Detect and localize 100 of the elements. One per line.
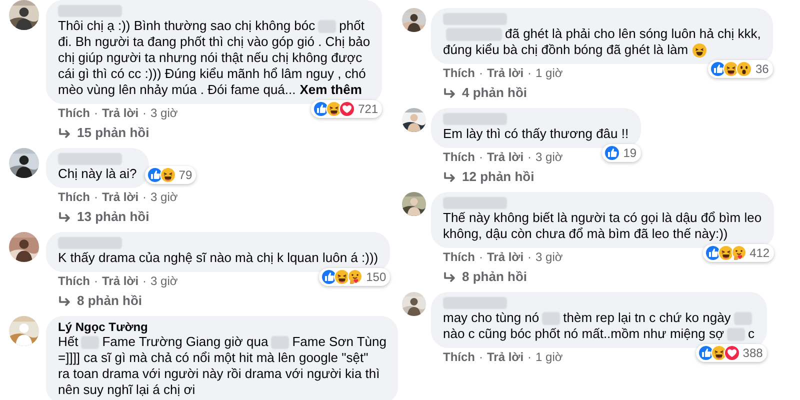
view-replies-link[interactable]: 8 phản hồi xyxy=(443,269,527,285)
reply-arrow-icon xyxy=(58,212,71,222)
like-link[interactable]: Thích xyxy=(58,190,90,204)
comment-time: 1 giờ xyxy=(536,350,563,364)
redaction-block xyxy=(81,336,100,348)
reaction-badge[interactable]: 412 xyxy=(702,244,774,262)
separator-dot: · xyxy=(142,106,147,120)
like-link[interactable]: Thích xyxy=(443,150,475,164)
comment-text: Thôi chị ạ :)) Bình thường sao chị không bóc xyxy=(58,18,316,34)
comment-text: K thấy drama của nghệ sĩ nào mà chị k lquan luôn á :))) xyxy=(58,250,378,266)
redaction-block xyxy=(727,328,745,340)
redaction-block xyxy=(443,113,507,125)
view-replies-link[interactable]: 4 phản hồi xyxy=(443,85,527,101)
redaction-block xyxy=(542,312,560,324)
separator-dot: · xyxy=(528,350,532,364)
comment-text: cái gì thì có cc :))) Đúng kiểu mãnh hổ lâm nguy , chó xyxy=(58,66,366,82)
reply-link[interactable]: Trả lời xyxy=(487,66,524,80)
comment-text: đi. Bh người ta đang phốt thì chị vào góp gió . Chị bảo xyxy=(58,34,370,50)
comment-text: chị giúp người ta nhưng nói thật nếu chị không được xyxy=(58,50,362,66)
comment-time: 3 giờ xyxy=(150,190,178,204)
separator-dot: · xyxy=(142,190,147,204)
reply-link[interactable]: Trả lời xyxy=(102,190,139,204)
comment-time: 3 giờ xyxy=(536,250,563,264)
commenter-name[interactable]: Lý Ngọc Tường xyxy=(58,320,386,334)
reply-link[interactable]: Trả lời xyxy=(487,250,524,264)
reaction-badge[interactable]: 388 xyxy=(696,344,767,362)
comment-time: 3 giờ xyxy=(150,106,178,120)
reply-arrow-icon xyxy=(443,172,456,182)
view-replies-link[interactable]: 15 phản hồi xyxy=(58,125,150,141)
comment-text: may cho tùng nó xyxy=(443,310,540,326)
hugging-face-icon xyxy=(730,245,747,261)
comment-text: Hết xyxy=(58,334,78,350)
separator-dot: · xyxy=(528,250,532,264)
like-link[interactable]: Thích xyxy=(443,350,475,364)
comment-time: 3 giờ xyxy=(150,274,178,288)
comment-text: đã ghét là phải cho lên sóng luôn hả chị kkk, xyxy=(505,26,761,42)
reply-link[interactable]: Trả lời xyxy=(102,274,139,288)
laughing-face-icon xyxy=(718,245,734,261)
comment-text: nào c cũng bóc phốt nó mất..mồm như miệng sợ xyxy=(443,326,724,342)
comment-text: phốt xyxy=(339,18,364,34)
comment-text: Thế này không biết là người ta có gọi là dậu đổ bìm leo xyxy=(443,210,762,226)
reply-link[interactable]: Trả lời xyxy=(102,106,139,120)
see-more-link[interactable]: Xem thêm xyxy=(300,82,362,98)
separator-dot: · xyxy=(142,274,147,288)
separator-dot: · xyxy=(528,66,532,80)
comment-text: đúng kiểu bà chị đồnh bóng đã ghét là làm xyxy=(443,42,688,58)
comment-time: 3 giờ xyxy=(536,150,563,164)
redaction-block xyxy=(271,336,290,348)
comment-text: Em lày thì có thấy thương đâu !! xyxy=(443,126,629,142)
redaction-block xyxy=(446,28,502,40)
separator-dot: · xyxy=(479,250,483,264)
comment-text: Fame Sơn Tùng xyxy=(292,334,386,350)
comment-text: thèm rep lại tn c chứ ko ngày xyxy=(563,310,731,326)
like-link[interactable]: Thích xyxy=(58,106,90,120)
reply-link[interactable]: Trả lời xyxy=(487,150,524,164)
view-replies-link[interactable]: 12 phản hồi xyxy=(443,169,534,185)
reply-arrow-icon xyxy=(58,128,71,138)
redaction-block xyxy=(58,5,122,17)
like-link[interactable]: Thích xyxy=(58,274,90,288)
redaction-block xyxy=(443,197,507,209)
separator-dot: · xyxy=(94,274,98,288)
comment-text: nên suy nghĩ lại á chị ơi xyxy=(58,382,196,398)
redaction-block xyxy=(58,153,122,165)
reaction-badge[interactable]: 150 xyxy=(319,268,390,286)
comment-text: =]]]] ca sĩ gì mà chả có nổi một hit mà lên google "sệt" xyxy=(58,350,368,366)
like-link[interactable]: Thích xyxy=(443,250,475,264)
reaction-badge[interactable]: 721 xyxy=(311,100,382,118)
comment-text: Chị này là ai? xyxy=(58,166,137,182)
reaction-badge[interactable]: 36 xyxy=(708,60,773,78)
laughing-face-icon xyxy=(160,167,176,183)
separator-dot: · xyxy=(479,150,483,164)
separator-dot: · xyxy=(528,150,532,164)
reply-link[interactable]: Trả lời xyxy=(487,350,524,364)
comment-time: 1 giờ xyxy=(536,66,563,80)
comment-text: Fame Trường Giang giờ qua xyxy=(102,334,268,350)
comment-text: không, dậu còn chưa đổ mà bìm đã leo thế này:)) xyxy=(443,226,728,242)
redaction-block xyxy=(443,13,507,25)
redaction-block xyxy=(734,312,752,324)
separator-dot: · xyxy=(94,190,98,204)
view-replies-link[interactable]: 8 phản hồi xyxy=(58,293,142,309)
comment-text: mèo vùng lên nhảy múa . Đói fame quá... xyxy=(58,82,296,98)
reply-arrow-icon xyxy=(443,88,456,98)
separator-dot: · xyxy=(479,350,483,364)
comment-text: ra toan drama với người này rồi drama với người kia thì xyxy=(58,366,380,382)
view-replies-link[interactable]: 13 phản hồi xyxy=(58,209,150,225)
redaction-block xyxy=(58,237,122,249)
thumbs-up-icon xyxy=(604,145,620,161)
separator-dot: · xyxy=(479,66,483,80)
reply-arrow-icon xyxy=(58,296,71,306)
hugging-face-icon xyxy=(347,269,364,285)
redaction-block xyxy=(443,297,507,309)
redaction-block xyxy=(318,20,336,32)
laughing-face-icon xyxy=(692,42,708,58)
reaction-badge[interactable]: 79 xyxy=(144,166,196,184)
reply-arrow-icon xyxy=(443,272,456,282)
like-link[interactable]: Thích xyxy=(443,66,475,80)
separator-dot: · xyxy=(94,106,98,120)
reaction-badge[interactable]: 19 xyxy=(602,144,641,162)
surprised-face-icon xyxy=(736,61,752,77)
comment-text: c xyxy=(748,326,754,342)
